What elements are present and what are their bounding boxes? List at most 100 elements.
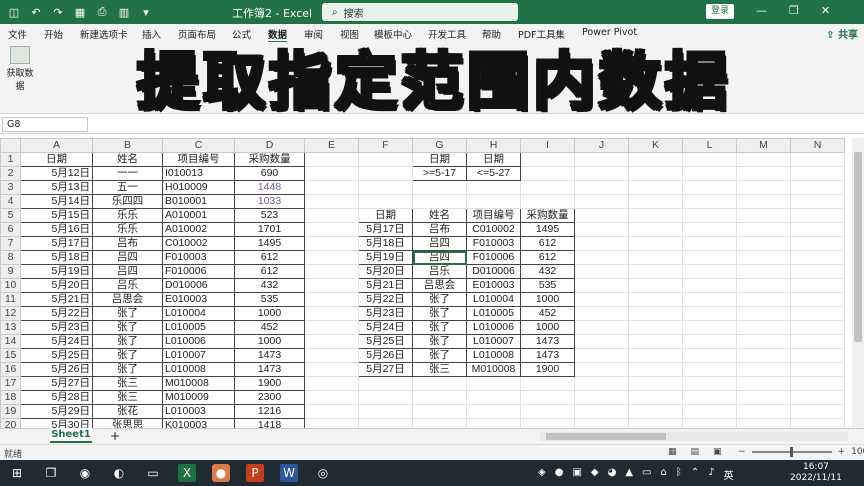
cell-G11[interactable]: 张了	[412, 292, 467, 307]
cell-G6[interactable]: 吕布	[412, 222, 467, 237]
tray-app-icon[interactable]: ▲	[625, 467, 633, 482]
cell-C1[interactable]: 项目编号	[162, 152, 235, 167]
cell-G16[interactable]: 张三	[412, 362, 467, 377]
row-header[interactable]: 3	[0, 180, 21, 195]
cell-H16[interactable]: M010008	[466, 362, 521, 377]
column-header[interactable]: H	[466, 138, 521, 153]
cell-B8[interactable]: 吕四	[92, 250, 163, 265]
cell-N11[interactable]	[790, 292, 845, 307]
cell-A3[interactable]: 5月13日	[20, 180, 93, 195]
cell-F7[interactable]: 5月18日	[358, 236, 413, 251]
cell-I1[interactable]	[520, 152, 575, 167]
tab-review[interactable]: 审阅	[304, 27, 323, 41]
bluetooth-icon[interactable]: ᛒ	[676, 467, 682, 482]
cell-M18[interactable]	[736, 390, 791, 405]
cell-G4[interactable]	[412, 194, 467, 209]
cell-M14[interactable]	[736, 334, 791, 349]
cell-A1[interactable]: 日期	[20, 152, 93, 167]
cell-E5[interactable]	[304, 208, 359, 223]
column-header[interactable]: N	[790, 138, 845, 153]
cell-A15[interactable]: 5月25日	[20, 348, 93, 363]
cell-B7[interactable]: 吕布	[92, 236, 163, 251]
cell-G9[interactable]: 吕乐	[412, 264, 467, 279]
scroll-thumb[interactable]	[546, 433, 666, 440]
cell-M4[interactable]	[736, 194, 791, 209]
cell-B14[interactable]: 张了	[92, 334, 163, 349]
cell-J14[interactable]	[574, 334, 629, 349]
cell-J15[interactable]	[574, 348, 629, 363]
cell-I5[interactable]: 采购数量	[520, 208, 575, 223]
cell-A8[interactable]: 5月18日	[20, 250, 93, 265]
cell-A18[interactable]: 5月28日	[20, 390, 93, 405]
cell-C4[interactable]: B010001	[162, 194, 235, 209]
cell-A6[interactable]: 5月16日	[20, 222, 93, 237]
screen-icon[interactable]: ▣	[572, 467, 581, 482]
cell-F1[interactable]	[358, 152, 413, 167]
cell-L8[interactable]	[682, 250, 737, 265]
column-header[interactable]: I	[520, 138, 575, 153]
undo-icon[interactable]: ↶	[28, 4, 44, 20]
cell-N4[interactable]	[790, 194, 845, 209]
recorder-icon[interactable]: ●	[212, 464, 230, 482]
redo-icon[interactable]: ↷	[50, 4, 66, 20]
cell-D4[interactable]: 1033	[234, 194, 305, 209]
cell-K15[interactable]	[628, 348, 683, 363]
cell-J9[interactable]	[574, 264, 629, 279]
windows-start-icon[interactable]: ⊞	[8, 464, 26, 482]
cell-F18[interactable]	[358, 390, 413, 405]
cell-B18[interactable]: 张三	[92, 390, 163, 405]
cell-G17[interactable]	[412, 376, 467, 391]
cell-C9[interactable]: F010006	[162, 264, 235, 279]
cell-K13[interactable]	[628, 320, 683, 335]
cell-L13[interactable]	[682, 320, 737, 335]
cell-J6[interactable]	[574, 222, 629, 237]
cell-N13[interactable]	[790, 320, 845, 335]
cell-I9[interactable]: 432	[520, 264, 575, 279]
cell-E20[interactable]	[304, 418, 359, 428]
cell-C6[interactable]: A010002	[162, 222, 235, 237]
cell-J4[interactable]	[574, 194, 629, 209]
cell-I7[interactable]: 612	[520, 236, 575, 251]
cell-C3[interactable]: H010009	[162, 180, 235, 195]
cell-N17[interactable]	[790, 376, 845, 391]
cell-K2[interactable]	[628, 166, 683, 181]
cell-J19[interactable]	[574, 404, 629, 419]
column-header[interactable]: C	[162, 138, 235, 153]
minimize-icon[interactable]: —	[756, 4, 767, 17]
row-header[interactable]: 16	[0, 362, 21, 377]
cell-F12[interactable]: 5月23日	[358, 306, 413, 321]
cell-N6[interactable]	[790, 222, 845, 237]
row-header[interactable]: 17	[0, 376, 21, 391]
cell-E12[interactable]	[304, 306, 359, 321]
cell-A16[interactable]: 5月26日	[20, 362, 93, 377]
cell-H15[interactable]: L010008	[466, 348, 521, 363]
zoom-slider[interactable]	[751, 447, 832, 457]
cell-D5[interactable]: 523	[234, 208, 305, 223]
cell-C2[interactable]: I010013	[162, 166, 235, 181]
cell-L4[interactable]	[682, 194, 737, 209]
tab-help[interactable]: 帮助	[482, 27, 501, 41]
cell-F6[interactable]: 5月17日	[358, 222, 413, 237]
tab-developer[interactable]: 开发工具	[428, 27, 466, 41]
cell-H5[interactable]: 项目编号	[466, 208, 521, 223]
cell-G14[interactable]: 张了	[412, 334, 467, 349]
row-header[interactable]: 10	[0, 278, 21, 293]
row-header[interactable]: 14	[0, 334, 21, 349]
vertical-scrollbar[interactable]	[852, 138, 864, 428]
cell-L9[interactable]	[682, 264, 737, 279]
cell-L18[interactable]	[682, 390, 737, 405]
column-header[interactable]: B	[92, 138, 163, 153]
cell-N10[interactable]	[790, 278, 845, 293]
normal-view-icon[interactable]: ▦	[668, 447, 677, 457]
cell-I2[interactable]	[520, 166, 575, 181]
customize-icon[interactable]: ▾	[138, 4, 154, 20]
cell-J20[interactable]	[574, 418, 629, 428]
cell-N12[interactable]	[790, 306, 845, 321]
cell-J16[interactable]	[574, 362, 629, 377]
cell-I8[interactable]: 612	[520, 250, 575, 265]
cell-B13[interactable]: 张了	[92, 320, 163, 335]
name-box[interactable]: G8	[2, 117, 88, 132]
cell-K5[interactable]	[628, 208, 683, 223]
record-icon[interactable]: ●	[555, 467, 564, 482]
cell-A17[interactable]: 5月27日	[20, 376, 93, 391]
